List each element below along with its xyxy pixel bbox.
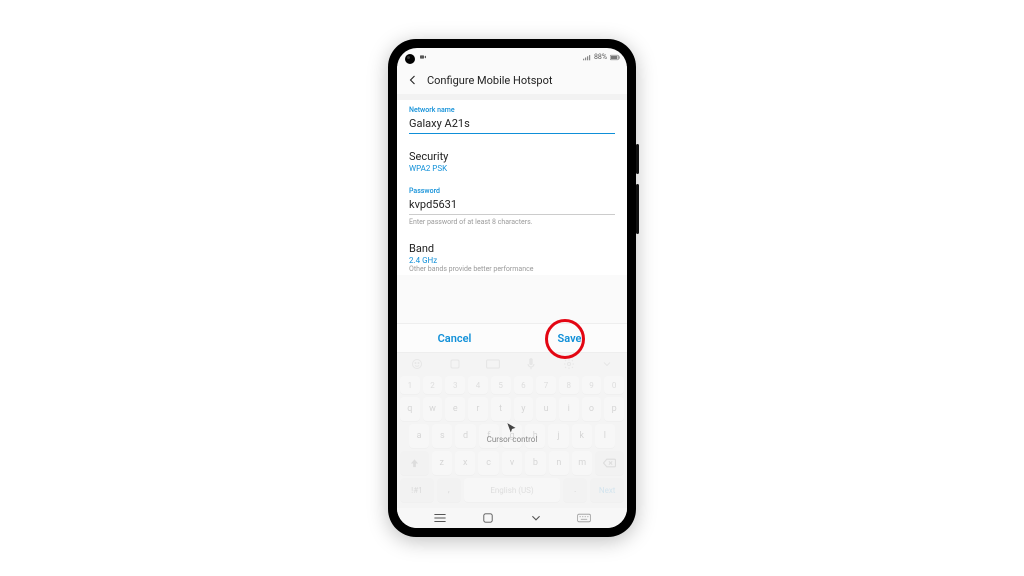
key-m[interactable]: m	[572, 451, 592, 475]
phone-screen: 88% Configure Mobile Hotspot Network nam…	[397, 48, 627, 528]
key-l[interactable]: l	[595, 424, 615, 448]
key-4[interactable]: 4	[468, 376, 488, 394]
key-2[interactable]: 2	[423, 376, 443, 394]
key-g[interactable]: g	[502, 424, 522, 448]
key-r[interactable]: r	[468, 397, 488, 421]
keyboard-switch-button[interactable]	[577, 513, 591, 523]
expand-icon[interactable]	[589, 356, 624, 372]
key-h[interactable]: h	[525, 424, 545, 448]
security-label: Security	[409, 150, 615, 163]
camera-status-icon	[419, 53, 427, 61]
battery-icon	[610, 54, 620, 61]
backspace-key[interactable]	[595, 451, 624, 475]
key-b[interactable]: b	[525, 451, 545, 475]
key-u[interactable]: u	[536, 397, 556, 421]
recents-button[interactable]	[433, 512, 447, 524]
band-label: Band	[409, 242, 615, 255]
band-note: Other bands provide better performance	[409, 265, 615, 273]
front-camera	[405, 54, 415, 64]
back-button[interactable]	[530, 512, 542, 524]
status-left	[419, 53, 427, 61]
key-k[interactable]: k	[572, 424, 592, 448]
security-field[interactable]: Security WPA2 PSK	[397, 140, 627, 179]
page-title: Configure Mobile Hotspot	[427, 74, 552, 87]
navigation-bar	[397, 508, 627, 528]
key-1[interactable]: 1	[400, 376, 420, 394]
action-bar: Cancel Save	[397, 323, 627, 353]
signal-icon	[583, 54, 591, 61]
key-8[interactable]: 8	[559, 376, 579, 394]
password-input[interactable]: kvpd5631	[409, 196, 615, 215]
key-z[interactable]: z	[432, 451, 452, 475]
key-y[interactable]: y	[514, 397, 534, 421]
key-f[interactable]: f	[479, 424, 499, 448]
keyboard-toolbar	[400, 355, 624, 373]
key-o[interactable]: o	[582, 397, 602, 421]
symbols-key[interactable]: !#1	[400, 478, 434, 502]
page-header: Configure Mobile Hotspot	[397, 66, 627, 94]
key-9[interactable]: 9	[582, 376, 602, 394]
password-help: Enter password of at least 8 characters.	[409, 218, 615, 226]
key-v[interactable]: v	[502, 451, 522, 475]
key-s[interactable]: s	[432, 424, 452, 448]
content-area: Network name Galaxy A21s Security WPA2 P…	[397, 94, 627, 528]
key-i[interactable]: i	[559, 397, 579, 421]
key-6[interactable]: 6	[514, 376, 534, 394]
keyboard-row-4: !#1 , English (US) . Next	[400, 478, 624, 502]
key-n[interactable]: n	[549, 451, 569, 475]
key-q[interactable]: q	[400, 397, 420, 421]
save-button[interactable]: Save	[512, 332, 627, 345]
settings-icon[interactable]	[551, 356, 586, 372]
key-0[interactable]: 0	[604, 376, 624, 394]
key-t[interactable]: t	[491, 397, 511, 421]
key-p[interactable]: p	[604, 397, 624, 421]
shift-key[interactable]	[400, 451, 429, 475]
key-e[interactable]: e	[445, 397, 465, 421]
security-value: WPA2 PSK	[409, 164, 615, 173]
cancel-button[interactable]: Cancel	[397, 332, 512, 345]
back-icon[interactable]	[407, 74, 419, 86]
key-x[interactable]: x	[455, 451, 475, 475]
soft-keyboard[interactable]: 1234567890 qwertyuiop asdfghjkl zxcvbnm …	[397, 351, 627, 508]
sticker-icon[interactable]	[438, 356, 473, 372]
mic-icon[interactable]	[514, 356, 549, 372]
network-name-label: Network name	[409, 106, 615, 114]
battery-text: 88%	[594, 53, 607, 61]
network-name-field[interactable]: Network name Galaxy A21s	[397, 100, 627, 140]
side-button	[636, 184, 639, 234]
key-a[interactable]: a	[409, 424, 429, 448]
band-value: 2.4 GHz	[409, 256, 615, 265]
status-bar: 88%	[397, 48, 627, 66]
keyboard-row-1: qwertyuiop	[400, 397, 624, 421]
key-j[interactable]: j	[548, 424, 568, 448]
keyboard-row-3: zxcvbnm	[400, 451, 624, 475]
band-field[interactable]: Band 2.4 GHz Other bands provide better …	[397, 232, 627, 275]
password-label: Password	[409, 187, 615, 195]
keyboard-row-numbers: 1234567890	[400, 376, 624, 394]
space-key[interactable]: English (US)	[464, 478, 560, 502]
next-key[interactable]: Next	[590, 478, 624, 502]
phone-frame: 88% Configure Mobile Hotspot Network nam…	[388, 39, 636, 537]
key-5[interactable]: 5	[491, 376, 511, 394]
password-field[interactable]: Password kvpd5631 Enter password of at l…	[397, 179, 627, 232]
gif-icon[interactable]	[476, 356, 511, 372]
key-d[interactable]: d	[455, 424, 475, 448]
comma-key[interactable]: ,	[437, 478, 461, 502]
network-name-input[interactable]: Galaxy A21s	[409, 115, 615, 134]
home-button[interactable]	[482, 512, 494, 524]
keyboard-row-2: asdfghjkl	[400, 424, 624, 448]
key-w[interactable]: w	[423, 397, 443, 421]
period-key[interactable]: .	[563, 478, 587, 502]
side-button	[636, 144, 639, 174]
key-c[interactable]: c	[478, 451, 498, 475]
key-7[interactable]: 7	[536, 376, 556, 394]
emoji-icon[interactable]	[400, 356, 435, 372]
key-3[interactable]: 3	[445, 376, 465, 394]
